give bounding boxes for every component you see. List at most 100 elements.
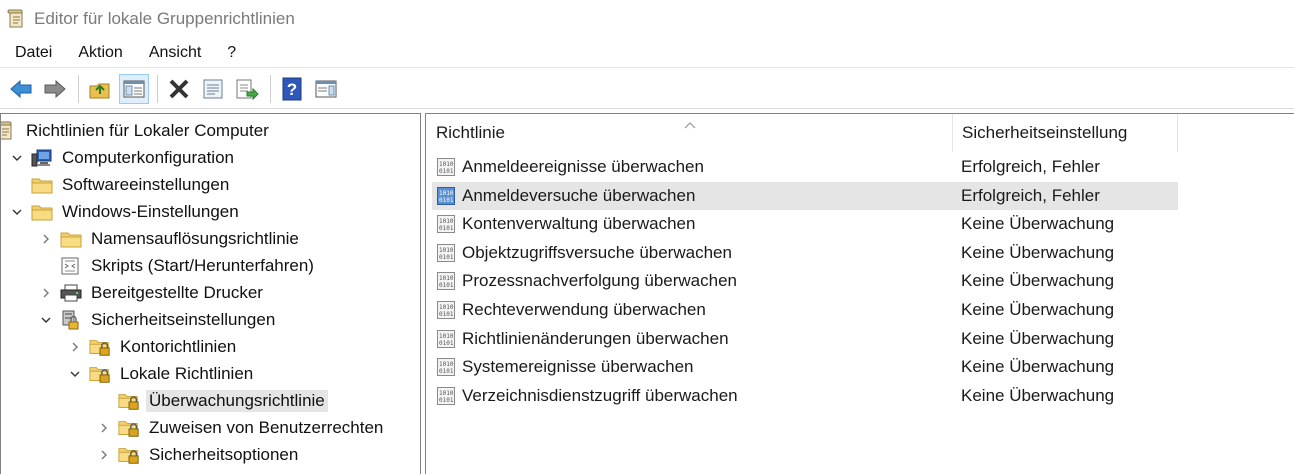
properties-button[interactable] — [198, 74, 228, 104]
tree-item[interactable]: Überwachungsrichtlinie — [96, 387, 328, 414]
policy-setting-value: Erfolgreich, Fehler — [961, 157, 1100, 176]
policy-row[interactable]: 1010 0101 Prozessnachverfolgung überwachen… — [432, 267, 1178, 295]
policy-row[interactable]: 1010 0101 Richtlinienänderungen überwachen… — [432, 325, 1178, 353]
chevron-right-icon[interactable] — [96, 447, 112, 463]
folder-icon — [31, 175, 53, 195]
chevron-right-icon[interactable] — [67, 339, 83, 355]
column-header-sicherheitseinstellung[interactable]: Sicherheitseinstellung — [962, 114, 1176, 152]
tree-item[interactable]: Skripts (Start/Herunterfahren) — [38, 252, 317, 279]
chevron-down-icon[interactable] — [38, 312, 54, 328]
tree-item[interactable]: Zuweisen von Benutzerrechten — [96, 414, 386, 441]
column-divider[interactable] — [952, 114, 953, 152]
chevron-right-icon[interactable] — [96, 420, 112, 436]
menu-aktion[interactable]: Aktion — [64, 44, 134, 62]
svg-text:1010: 1010 — [439, 218, 454, 225]
arrow-left-icon — [10, 79, 32, 98]
column-header-richtlinie[interactable]: Richtlinie — [436, 114, 946, 152]
show-action-pane-button[interactable] — [311, 74, 341, 104]
toolbar-separator — [157, 74, 158, 103]
lock-folder-icon — [118, 391, 140, 411]
delete-x-icon — [169, 79, 189, 98]
tree-item-label: Bereitgestellte Drucker — [91, 282, 263, 302]
tree-item-label: Computerkonfiguration — [62, 147, 234, 167]
chevron-right-icon[interactable] — [38, 231, 54, 247]
security-settings-icon — [60, 310, 82, 330]
tree-item[interactable]: Windows-Einstellungen — [9, 198, 242, 225]
tree-item[interactable]: Sicherheitsoptionen — [96, 441, 301, 468]
svg-text:1010: 1010 — [439, 190, 454, 197]
computer-icon — [31, 148, 53, 168]
show-hide-tree-button[interactable] — [119, 73, 149, 104]
policy-row[interactable]: 1010 0101 Objektzugriffsversuche überwache… — [432, 239, 1178, 267]
policy-row[interactable]: 1010 0101 Kontenverwaltung überwachen Keine… — [432, 210, 1178, 238]
policy-setting-value: Keine Überwachung — [961, 242, 1115, 262]
delete-button[interactable] — [164, 74, 194, 104]
help-icon: ? — [282, 77, 302, 100]
policy-row[interactable]: 1010 0101 Anmeldeversuche überwachen Erfolg… — [432, 181, 1178, 210]
properties-icon — [203, 79, 223, 98]
column-divider[interactable] — [1177, 114, 1178, 152]
tree-item[interactable]: Namensauflösungsrichtlinie — [38, 225, 302, 252]
export-list-icon — [236, 79, 259, 100]
policy-name: Verzeichnisdienstzugriff überwachen — [462, 385, 738, 405]
policy-item-icon: 1010 0101 — [436, 329, 456, 349]
policy-item-icon: 1010 0101 — [436, 357, 456, 377]
svg-text:0101: 0101 — [439, 311, 454, 318]
chevron-down-icon[interactable] — [9, 204, 25, 220]
lock-folder-icon — [118, 445, 140, 465]
policy-name: Rechteverwendung überwachen — [462, 300, 706, 319]
tree-item[interactable]: Computerkonfiguration — [9, 144, 237, 171]
menu-datei[interactable]: Datei — [0, 44, 64, 62]
policy-name: Kontenverwaltung überwachen — [462, 214, 696, 234]
policy-row[interactable]: 1010 0101 Rechteverwendung überwachen Keine… — [432, 296, 1178, 324]
chevron-down-icon[interactable] — [67, 366, 83, 382]
lock-folder-icon — [89, 364, 111, 384]
svg-text:?: ? — [287, 80, 297, 99]
tree-item[interactable]: Lokale Richtlinien — [67, 360, 256, 387]
chevron-right-icon[interactable] — [38, 285, 54, 301]
help-button[interactable]: ? — [277, 74, 307, 104]
up-folder-button[interactable] — [85, 74, 115, 104]
svg-text:0101: 0101 — [439, 254, 454, 261]
svg-text:1010: 1010 — [439, 275, 454, 282]
tree-item-label: Namensauflösungsrichtlinie — [91, 228, 299, 248]
tree-item[interactable]: Kontorichtlinien — [67, 333, 239, 360]
toolbar: ? — [0, 69, 1294, 109]
menu-help[interactable]: ? — [213, 44, 248, 62]
folder-icon — [31, 202, 53, 222]
chevron-down-icon[interactable] — [9, 150, 25, 166]
menu-ansicht[interactable]: Ansicht — [135, 44, 213, 62]
back-button[interactable] — [6, 74, 36, 104]
printer-icon — [60, 283, 82, 303]
policy-list[interactable]: Richtlinie Sicherheitseinstellung 1010 01… — [425, 113, 1294, 474]
folder-icon — [60, 229, 82, 249]
policy-item-icon: 1010 0101 — [436, 214, 456, 234]
tree-item-label: Richtlinien für Lokaler Computer — [26, 120, 269, 140]
policy-row[interactable]: 1010 0101 Verzeichnisdienstzugriff überwac… — [432, 382, 1178, 410]
svg-text:1010: 1010 — [439, 304, 454, 311]
lock-folder-icon — [118, 418, 140, 438]
tree-item[interactable]: Softwareeinstellungen — [9, 171, 232, 198]
toolbar-separator — [270, 74, 271, 103]
tree-item-label: Skripts (Start/Herunterfahren) — [91, 255, 314, 275]
svg-text:0101: 0101 — [439, 225, 454, 232]
tree-item[interactable]: Richtlinien für Lokaler Computer — [1, 117, 272, 144]
export-list-button[interactable] — [232, 74, 262, 104]
policy-row[interactable]: 1010 0101 Anmeldeereignisse überwachen Erfo… — [432, 153, 1178, 181]
policy-setting-value: Keine Überwachung — [961, 214, 1115, 234]
policy-row[interactable]: 1010 0101 Systemereignisse überwachen Keine… — [432, 353, 1178, 381]
toolbar-separator — [78, 74, 79, 103]
tree-item-label: Softwareeinstellungen — [62, 174, 230, 194]
forward-button[interactable] — [40, 74, 70, 104]
svg-text:0101: 0101 — [439, 340, 454, 347]
svg-text:1010: 1010 — [439, 390, 454, 397]
tree-item[interactable]: Bereitgestellte Drucker — [38, 279, 266, 306]
tree-item[interactable]: Sicherheitseinstellungen — [38, 306, 278, 333]
console-tree-icon — [123, 80, 145, 97]
tree-item-label: Zuweisen von Benutzerrechten — [149, 417, 384, 437]
policy-scroll-icon — [1, 121, 17, 141]
console-tree[interactable]: Richtlinien für Lokaler Computer Computer… — [0, 113, 421, 474]
svg-text:0101: 0101 — [439, 168, 454, 175]
